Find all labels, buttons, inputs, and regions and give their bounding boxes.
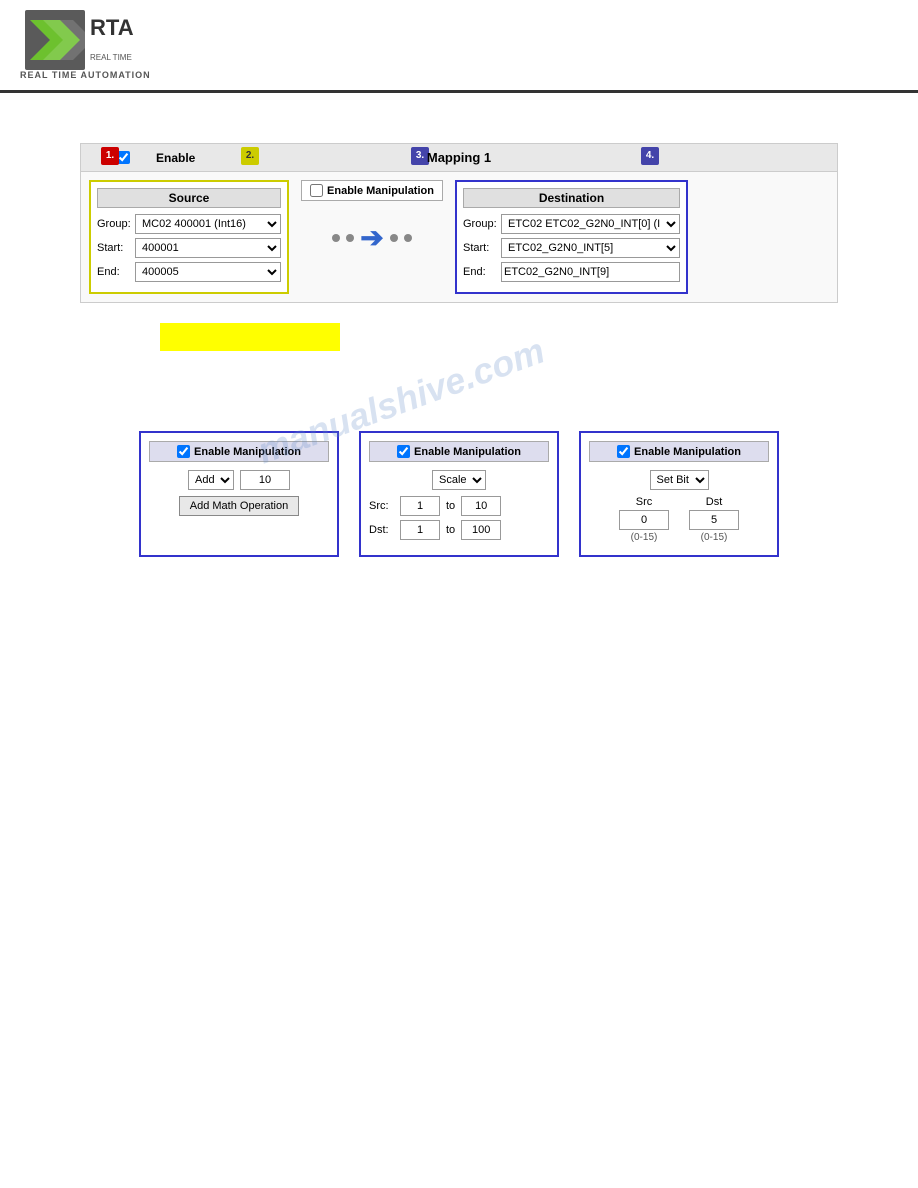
manip-3-dst-label: Dst — [706, 496, 723, 508]
source-start-row: Start: 400001 — [97, 238, 281, 258]
dot-2 — [346, 234, 354, 242]
manip-3-src-col: Src 0 (0-15) — [619, 496, 669, 543]
manip-2-src-from[interactable]: 1 — [400, 496, 440, 516]
manip-3-dst-range: (0-15) — [701, 532, 728, 543]
manip-3-label: Enable Manipulation — [634, 446, 741, 458]
enable-section: Enable — [117, 151, 195, 165]
manip-3-type-select[interactable]: Set Bit — [650, 470, 709, 490]
manip-2-dst-label: Dst: — [369, 524, 394, 536]
manip-3-dst-col: Dst 5 (0-15) — [689, 496, 739, 543]
mapping-title: Mapping 1 — [427, 150, 491, 165]
manip-3-header: Enable Manipulation — [589, 441, 769, 462]
source-end-select[interactable]: 400005 — [135, 262, 281, 282]
mapping-header: 1. Enable 2. 3. Mapping 1 4. — [81, 144, 837, 172]
arrow-section: ➔ — [332, 221, 411, 254]
dot-3 — [390, 234, 398, 242]
middle-panel: Enable Manipulation ➔ — [297, 172, 447, 302]
dest-title: Destination — [463, 188, 680, 208]
logo-container: RTA REAL TIME REAL TIME AUTOMATION — [20, 10, 151, 80]
main-content: 1. Enable 2. 3. Mapping 1 4. — [0, 93, 918, 587]
manip-panel-2: Enable Manipulation Scale Src: 1 to 10 D… — [359, 431, 559, 557]
bottom-panels: Enable Manipulation Add 10 Add Math Oper… — [80, 431, 838, 557]
manip-1-header: Enable Manipulation — [149, 441, 329, 462]
manip-3-src-label: Src — [636, 496, 653, 508]
header: RTA REAL TIME REAL TIME AUTOMATION — [0, 0, 918, 93]
source-panel: Source Group: MC02 400001 (Int16) Start:… — [89, 180, 289, 294]
dest-group-row: Group: ETC02 ETC02_G2N0_INT[0] (I — [463, 214, 680, 234]
manip-3-src-range: (0-15) — [631, 532, 658, 543]
source-group-select[interactable]: MC02 400001 (Int16) — [135, 214, 281, 234]
manip-panel-3: Enable Manipulation Set Bit Src 0 (0-15)… — [579, 431, 779, 557]
svg-text:REAL TIME: REAL TIME — [90, 53, 132, 62]
manip-2-dst-to-label: to — [446, 524, 455, 536]
enable-manip-section: Enable Manipulation — [301, 180, 443, 201]
dest-start-label: Start: — [463, 242, 501, 254]
dest-panel: Destination Group: ETC02 ETC02_G2N0_INT[… — [455, 180, 688, 294]
manip-2-src-row: Src: 1 to 10 — [369, 496, 549, 516]
dest-end-row: End: — [463, 262, 680, 282]
enable-manip-label: Enable Manipulation — [327, 185, 434, 197]
company-name: REAL TIME AUTOMATION — [20, 70, 151, 80]
dest-start-select[interactable]: ETC02_G2N0_INT[5] — [501, 238, 680, 258]
badge-2: 2. — [241, 147, 259, 165]
manip-2-dst-from[interactable]: 1 — [400, 520, 440, 540]
dest-group-select[interactable]: ETC02 ETC02_G2N0_INT[0] (I — [501, 214, 680, 234]
manip-2-dst-to[interactable]: 100 — [461, 520, 501, 540]
dest-start-row: Start: ETC02_G2N0_INT[5] — [463, 238, 680, 258]
manip-2-src-to-label: to — [446, 500, 455, 512]
source-group-row: Group: MC02 400001 (Int16) — [97, 214, 281, 234]
manip-2-label: Enable Manipulation — [414, 446, 521, 458]
source-title: Source — [97, 188, 281, 208]
dest-group-label: Group: — [463, 218, 501, 230]
manip-3-type-row: Set Bit — [589, 470, 769, 490]
manip-2-src-to[interactable]: 10 — [461, 496, 501, 516]
manip-3-src-input[interactable]: 0 — [619, 510, 669, 530]
arrow-icon: ➔ — [360, 221, 383, 254]
enable-label: Enable — [156, 151, 195, 165]
rta-logo: RTA REAL TIME — [25, 10, 145, 70]
source-start-select[interactable]: 400001 — [135, 238, 281, 258]
source-end-label: End: — [97, 266, 135, 278]
manip-1-checkbox[interactable] — [177, 445, 190, 458]
manip-2-src-label: Src: — [369, 500, 394, 512]
add-math-op-button[interactable]: Add Math Operation — [179, 496, 299, 516]
manip-3-dst-input[interactable]: 5 — [689, 510, 739, 530]
enable-manip-checkbox[interactable] — [310, 184, 323, 197]
badge-1: 1. — [101, 147, 119, 165]
manip-1-label: Enable Manipulation — [194, 446, 301, 458]
manip-3-checkbox[interactable] — [617, 445, 630, 458]
dot-1 — [332, 234, 340, 242]
manip-1-op-select[interactable]: Add — [188, 470, 234, 490]
badge-4: 4. — [641, 147, 659, 165]
manip-2-type-select[interactable]: Scale — [432, 470, 486, 490]
dot-4 — [404, 234, 412, 242]
manip-2-dst-row: Dst: 1 to 100 — [369, 520, 549, 540]
manip-2-checkbox[interactable] — [397, 445, 410, 458]
source-start-label: Start: — [97, 242, 135, 254]
manip-panel-1: Enable Manipulation Add 10 Add Math Oper… — [139, 431, 339, 557]
dest-end-label: End: — [463, 266, 501, 278]
manip-1-value-input[interactable]: 10 — [240, 470, 290, 490]
manip-2-type-row: Scale — [369, 470, 549, 490]
manip-1-op-row: Add 10 — [149, 470, 329, 490]
mapping-container: 1. Enable 2. 3. Mapping 1 4. — [80, 143, 838, 303]
source-group-label: Group: — [97, 218, 135, 230]
yellow-highlight — [160, 323, 340, 351]
dest-end-input[interactable] — [501, 262, 680, 282]
manip-3-labels-row: Src 0 (0-15) Dst 5 (0-15) — [589, 496, 769, 543]
mapping-body: Source Group: MC02 400001 (Int16) Start:… — [81, 172, 837, 302]
manip-2-header: Enable Manipulation — [369, 441, 549, 462]
source-end-row: End: 400005 — [97, 262, 281, 282]
svg-text:RTA: RTA — [90, 15, 134, 40]
